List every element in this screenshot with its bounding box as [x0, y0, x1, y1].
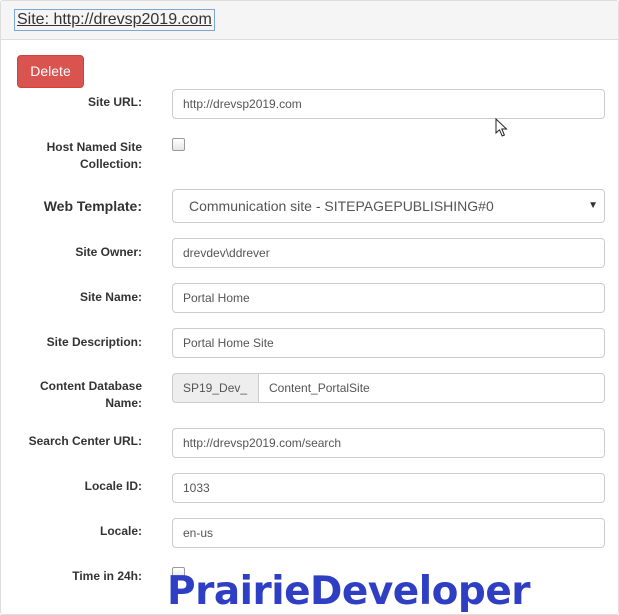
site-settings-panel: Site: http://drevsp2019.com Delete Site … [0, 0, 619, 615]
host-named-site-collection-checkbox[interactable] [172, 138, 185, 151]
web-template-selected-value: Communication site - SITEPAGEPUBLISHING#… [189, 198, 494, 214]
search-center-url-label: Search Center URL: [28, 434, 142, 448]
web-template-label: Web Template: [43, 198, 142, 214]
site-url-label: Site URL: [88, 95, 142, 109]
chevron-down-icon: ▼ [588, 200, 598, 211]
time-in-24h-label: Time in 24h: [72, 569, 142, 583]
delete-button[interactable]: Delete [17, 55, 84, 88]
panel-title-link[interactable]: Site: http://drevsp2019.com [14, 9, 215, 31]
site-description-label: Site Description: [46, 335, 142, 349]
search-center-url-input[interactable]: http://drevsp2019.com/search [172, 428, 605, 458]
site-owner-input[interactable]: drevdev\ddrever [172, 238, 605, 268]
content-database-name-input[interactable]: Content_PortalSite [258, 373, 605, 403]
host-named-site-collection-label: Host Named Site Collection: [46, 140, 142, 171]
site-url-input[interactable]: http://drevsp2019.com [172, 89, 605, 119]
mouse-pointer-icon [495, 118, 508, 137]
site-owner-label: Site Owner: [75, 245, 142, 259]
panel-heading: Site: http://drevsp2019.com [1, 1, 618, 40]
locale-label: Locale: [99, 524, 142, 538]
locale-id-input[interactable]: 1033 [172, 473, 605, 503]
web-template-select[interactable]: Communication site - SITEPAGEPUBLISHING#… [172, 189, 605, 223]
locale-input[interactable]: en-us [172, 518, 605, 548]
content-database-prefix: SP19_Dev_ [172, 373, 259, 403]
prairiedeveloper-watermark: PrairieDeveloper [167, 569, 531, 614]
site-description-input[interactable]: Portal Home Site [172, 328, 605, 358]
site-name-input[interactable]: Portal Home [172, 283, 605, 313]
locale-id-label: Locale ID: [84, 479, 142, 493]
site-name-label: Site Name: [79, 290, 142, 304]
content-database-name-label: Content Database Name: [39, 379, 142, 410]
